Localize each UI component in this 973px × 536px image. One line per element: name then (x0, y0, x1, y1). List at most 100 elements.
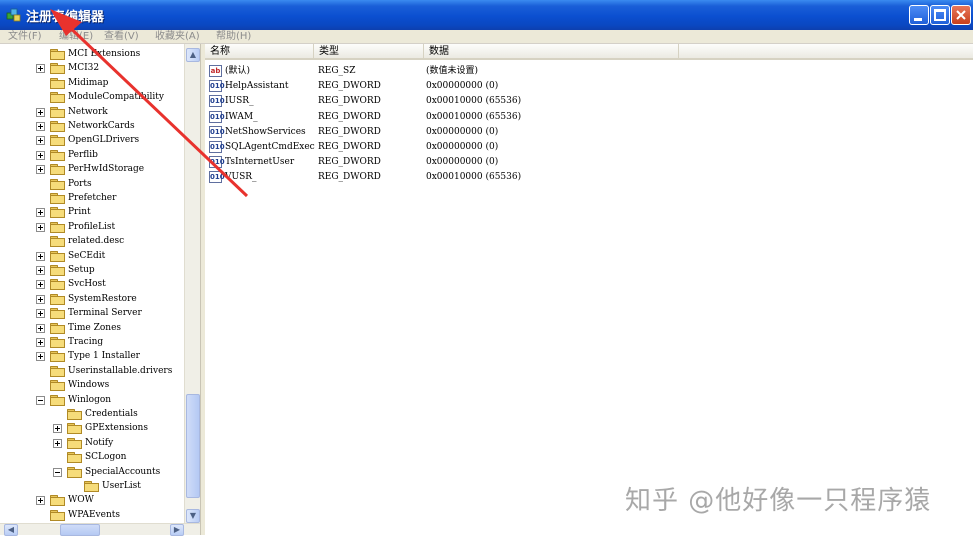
folder-icon (50, 509, 65, 521)
tree-item[interactable]: Windows (0, 378, 184, 392)
folder-icon (50, 337, 65, 348)
expand-icon[interactable] (36, 165, 45, 175)
tree-item[interactable]: Ports (0, 177, 184, 191)
scroll-left-button[interactable]: ◀ (4, 524, 18, 536)
folder-icon (50, 178, 65, 190)
value-row[interactable]: 010 SQLAgentCmdExec REG_DWORD 0x00000000 (0… (205, 140, 965, 155)
tree-item[interactable]: Perflib (0, 148, 184, 162)
expand-icon[interactable] (36, 266, 45, 275)
tree-item-label: ProfileList (68, 221, 116, 232)
expand-icon[interactable] (36, 122, 45, 131)
registry-key-tree[interactable]: MCI Extensions MCI32 Midimap ModuleCompatib… (0, 44, 200, 535)
string-value-icon: ab (209, 65, 222, 77)
tree-item[interactable]: WOW (0, 493, 184, 507)
tree-item[interactable]: related.desc (0, 234, 184, 248)
tree-item[interactable]: Userinstallable.drivers (0, 364, 184, 378)
expand-icon[interactable] (36, 294, 45, 304)
collapse-icon[interactable] (53, 467, 62, 477)
expand-icon[interactable] (36, 323, 45, 333)
close-button[interactable] (951, 5, 971, 25)
tree-item[interactable]: Print (0, 205, 184, 219)
menu-edit[interactable]: 编辑(E) (59, 30, 93, 43)
tree-item[interactable]: Type 1 Installer (0, 349, 184, 363)
tree-item[interactable]: PerHwIdStorage (0, 162, 184, 176)
expand-icon[interactable] (36, 136, 45, 146)
tree-item[interactable]: UserList (0, 479, 184, 493)
tree-item[interactable]: Midimap (0, 76, 184, 90)
expand-icon[interactable] (36, 222, 45, 232)
menu-help[interactable]: 帮助(H) (216, 30, 251, 43)
tree-item[interactable]: Time Zones (0, 321, 184, 335)
tree-item[interactable]: Credentials (0, 407, 184, 421)
tree-horizontal-scrollbar[interactable]: ◀ ▶ (0, 523, 200, 536)
menu-favorites[interactable]: 收藏夹(A) (155, 30, 200, 43)
folder-icon (50, 77, 65, 89)
minimize-button[interactable] (909, 5, 929, 25)
maximize-button[interactable] (930, 5, 950, 25)
tree-item[interactable]: Network (0, 105, 184, 119)
folder-icon (50, 106, 65, 118)
expand-icon[interactable] (36, 251, 45, 261)
registry-value-list[interactable]: 名称 类型 数据 ab (默认) REG_SZ (数值未设置) 010 HelpAssis… (205, 44, 973, 535)
tree-item[interactable]: Setup (0, 263, 184, 277)
scroll-thumb[interactable] (186, 394, 200, 498)
tree-vertical-scrollbar[interactable]: ▲ ▼ (184, 44, 200, 523)
tree-item[interactable]: OpenGLDrivers (0, 133, 184, 147)
folder-icon (50, 63, 65, 75)
expand-icon[interactable] (36, 64, 45, 74)
tree-item-label: Notify (85, 437, 114, 448)
scroll-down-button[interactable]: ▼ (186, 509, 200, 523)
folder-icon (84, 481, 99, 492)
expand-icon[interactable] (53, 438, 62, 448)
value-type: REG_DWORD (318, 157, 381, 168)
value-row[interactable]: 010 IWAM_ REG_DWORD 0x00010000 (65536) (205, 110, 965, 125)
folder-icon (50, 394, 65, 406)
scroll-right-button[interactable]: ▶ (170, 524, 184, 536)
tree-item[interactable]: GPExtensions (0, 421, 184, 435)
tree-item[interactable]: MCI32 (0, 61, 184, 75)
expand-icon[interactable] (36, 107, 45, 117)
tree-item[interactable]: SvcHost (0, 277, 184, 291)
tree-item[interactable]: SCLogon (0, 450, 184, 464)
expand-icon[interactable] (36, 208, 45, 218)
tree-item[interactable]: SpecialAccounts (0, 465, 184, 479)
value-row[interactable]: 010 IUSR_ REG_DWORD 0x00010000 (65536) (205, 94, 965, 109)
tree-item[interactable]: Winlogon (0, 393, 184, 407)
expand-icon[interactable] (36, 338, 45, 347)
column-header-type[interactable]: 类型 (314, 44, 424, 60)
tree-item[interactable]: SeCEdit (0, 249, 184, 263)
column-header-data[interactable]: 数据 (424, 44, 679, 60)
value-row[interactable]: 010 NetShowServices REG_DWORD 0x00000000 (0… (205, 125, 965, 140)
tree-item[interactable]: Terminal Server (0, 306, 184, 320)
value-data: 0x00010000 (65536) (426, 111, 522, 122)
column-header-name[interactable]: 名称 (205, 44, 314, 60)
title-bar[interactable]: 注册表编辑器 (0, 0, 973, 30)
scroll-up-button[interactable]: ▲ (186, 48, 200, 62)
menu-file[interactable]: 文件(F) (8, 30, 42, 43)
tree-item[interactable]: SystemRestore (0, 292, 184, 306)
tree-item[interactable]: Tracing (0, 335, 184, 349)
expand-icon[interactable] (36, 496, 45, 506)
tree-item[interactable]: Notify (0, 436, 184, 450)
tree-item[interactable]: Prefetcher (0, 191, 184, 205)
expand-icon[interactable] (36, 309, 45, 319)
watermark: 知乎 @他好像一只程序猿 (625, 486, 932, 516)
value-row[interactable]: 010 VUSR_ REG_DWORD 0x00010000 (65536) (205, 170, 965, 185)
expand-icon[interactable] (53, 424, 62, 434)
tree-item[interactable]: WPAEvents (0, 508, 184, 522)
expand-icon[interactable] (36, 150, 45, 160)
tree-item[interactable]: ProfileList (0, 220, 184, 234)
value-row[interactable]: 010 TsInternetUser REG_DWORD 0x00000000 (0) (205, 155, 965, 170)
tree-item[interactable]: MCI Extensions (0, 47, 184, 61)
tree-item[interactable]: NetworkCards (0, 119, 184, 133)
tree-item[interactable]: ModuleCompatibility (0, 90, 184, 104)
folder-icon (67, 452, 82, 464)
expand-icon[interactable] (36, 352, 45, 362)
value-row[interactable]: ab (默认) REG_SZ (数值未设置) (205, 64, 965, 79)
horizontal-scroll-thumb[interactable] (60, 524, 100, 536)
value-row[interactable]: 010 HelpAssistant REG_DWORD 0x00000000 (0) (205, 79, 965, 94)
menu-view[interactable]: 查看(V) (104, 30, 139, 43)
collapse-icon[interactable] (36, 395, 45, 405)
expand-icon[interactable] (36, 280, 45, 290)
tree-item-label: Network (68, 106, 108, 117)
